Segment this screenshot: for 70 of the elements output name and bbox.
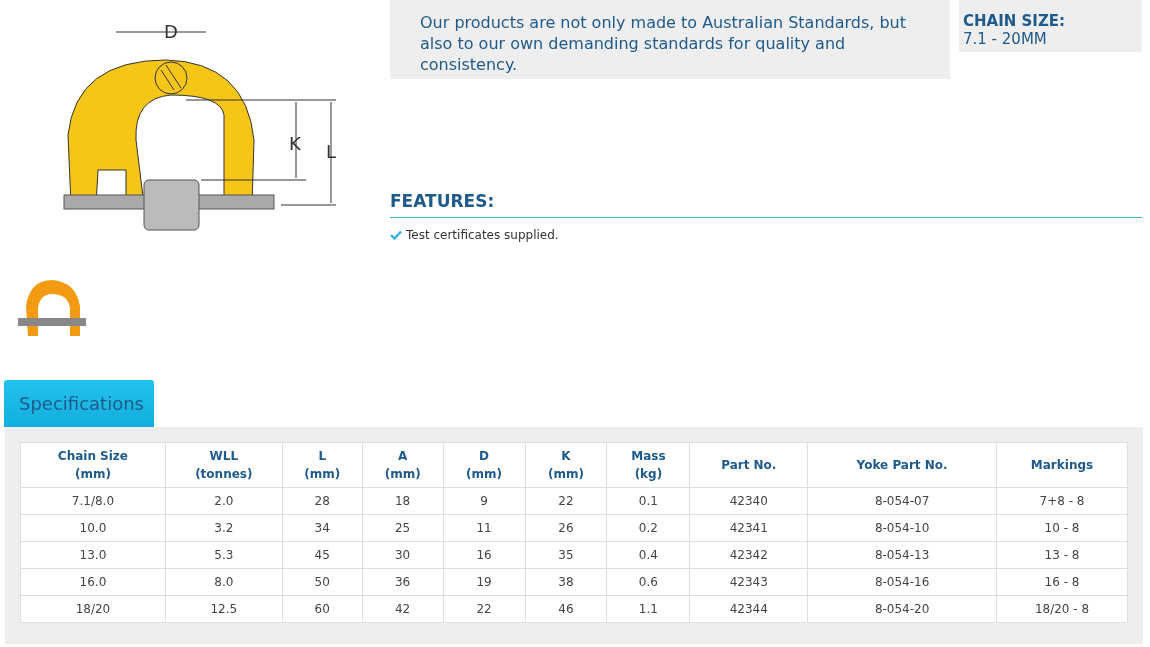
table-cell: 28 (282, 487, 363, 515)
table-cell: 18 (362, 487, 444, 515)
table-cell: 8-054-10 (807, 514, 997, 542)
column-header: Yoke Part No. (807, 442, 997, 488)
table-cell: 12.5 (165, 595, 283, 623)
feature-item: Test certificates supplied. (406, 226, 559, 244)
table-cell: 10.0 (20, 514, 166, 542)
column-header: Markings (996, 442, 1128, 488)
table-cell: 36 (362, 568, 444, 596)
table-cell: 11 (443, 514, 525, 542)
table-cell: 0.1 (606, 487, 690, 515)
table-cell: 45 (282, 541, 363, 569)
table-cell: 13 - 8 (996, 541, 1128, 569)
check-icon (390, 229, 402, 240)
table-cell: 42342 (689, 541, 808, 569)
table-cell: 13.0 (20, 541, 166, 569)
column-header: A (mm) (362, 442, 444, 488)
column-header: K (mm) (525, 442, 607, 488)
table-cell: 42343 (689, 568, 808, 596)
table-cell: 18/20 (20, 595, 166, 623)
chain-size-value: 7.1 - 20MM (963, 30, 1048, 48)
table-cell: 5.3 (165, 541, 283, 569)
table-cell: 34 (282, 514, 363, 542)
table-cell: 9 (443, 487, 525, 515)
table-cell: 38 (525, 568, 607, 596)
table-cell: 8-054-13 (807, 541, 997, 569)
table-cell: 0.4 (606, 541, 690, 569)
column-header: L (mm) (282, 442, 363, 488)
table-cell: 22 (443, 595, 525, 623)
tab[interactable]: Specifications (4, 380, 154, 427)
table-cell: 26 (525, 514, 607, 542)
table-cell: 7.1/8.0 (20, 487, 166, 515)
table-cell: 3.2 (165, 514, 283, 542)
table-cell: 25 (362, 514, 444, 542)
chain-size-label: CHAIN SIZE: (963, 12, 1067, 30)
table-cell: 8-054-16 (807, 568, 997, 596)
table-cell: 35 (525, 541, 607, 569)
dimension-label: D (164, 21, 178, 42)
table-cell: 30 (362, 541, 444, 569)
dimension-label: K (289, 133, 301, 154)
intro-text: Our products are not only made to Australian Standards, but also to our own demanding standards for quality and consistency. (390, 0, 950, 79)
table-cell: 46 (525, 595, 607, 623)
table-cell: 42344 (689, 595, 808, 623)
table-cell: 8.0 (165, 568, 283, 596)
table-cell: 10 - 8 (996, 514, 1128, 542)
features-heading: FEATURES: (390, 189, 1142, 218)
table-cell: 42340 (689, 487, 808, 515)
dimension-label: L (326, 141, 336, 162)
table-cell: 60 (282, 595, 363, 623)
table-cell: 2.0 (165, 487, 283, 515)
table-cell: 16.0 (20, 568, 166, 596)
column-header: WLL (tonnes) (165, 442, 283, 488)
table-cell: 7+8 - 8 (996, 487, 1128, 515)
table-cell: 19 (443, 568, 525, 596)
column-header: D (mm) (443, 442, 525, 488)
table-cell: 8-054-20 (807, 595, 997, 623)
column-header: Chain Size (mm) (20, 442, 166, 488)
table-cell: 42 (362, 595, 444, 623)
column-header: Mass (kg) (606, 442, 690, 488)
table-cell: 42341 (689, 514, 808, 542)
table-cell: 0.2 (606, 514, 690, 542)
table-cell: 16 - 8 (996, 568, 1128, 596)
table-cell: 18/20 - 8 (996, 595, 1128, 623)
column-header: Part No. (689, 442, 808, 488)
table-cell: 16 (443, 541, 525, 569)
table-cell: 1.1 (606, 595, 690, 623)
table-cell: 8-054-07 (807, 487, 997, 515)
table-cell: 0.6 (606, 568, 690, 596)
table-cell: 50 (282, 568, 363, 596)
table-cell: 22 (525, 487, 607, 515)
